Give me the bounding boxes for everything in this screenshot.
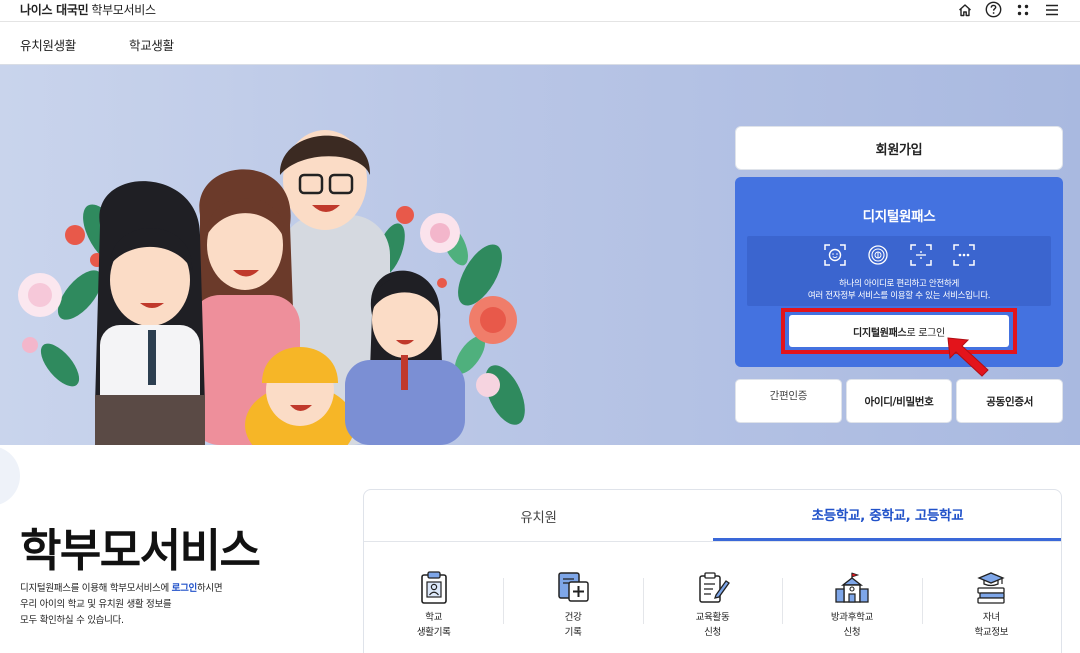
login-button-rest: 로 로그인 xyxy=(906,327,945,339)
site-logo[interactable]: 나이스 대국민 학부모서비스 xyxy=(20,1,156,18)
brand-subtitle: 학부모서비스 xyxy=(91,3,156,17)
service-item-label: 교육활동 신청 xyxy=(695,612,730,638)
service-menu: 학교 생활기록 건강 기록 교육활동 신청 방과후학교 신청 자녀 학교정보 xyxy=(364,542,1061,653)
service-item-school-record[interactable]: 학교 생활기록 xyxy=(364,542,503,653)
afterschool-icon xyxy=(834,569,870,605)
service-item-label: 방과후학교 신청 xyxy=(830,612,874,638)
service-item-label: 학교 생활기록 xyxy=(416,612,451,638)
brand-name: 나이스 대국민 xyxy=(20,3,89,17)
digital-onepass-title: 디지털원패스 xyxy=(862,209,936,225)
joint-certificate-button[interactable]: 공동인증서 xyxy=(956,379,1064,423)
digital-onepass-desc-line2: 여러 전자정부 서비스를 이용할 수 있는 서비스입니다. xyxy=(807,291,991,301)
desc-text-end: 하시면 xyxy=(196,583,223,594)
service-item-activity-apply[interactable]: 교육활동 신청 xyxy=(642,542,782,653)
service-item-label: 건강 기록 xyxy=(564,612,582,638)
tab-school[interactable]: 초등학교, 중학교, 고등학교 xyxy=(713,490,1061,541)
tab-kindergarten[interactable]: 유치원 xyxy=(364,490,713,541)
service-item-afterschool[interactable]: 방과후학교 신청 xyxy=(782,542,921,653)
desc-login-link[interactable]: 로그인 xyxy=(172,583,198,594)
apps-icon[interactable] xyxy=(1014,1,1031,18)
family-illustration xyxy=(18,130,525,445)
child-school-info-icon xyxy=(973,569,1009,605)
menu-icon[interactable] xyxy=(1043,1,1060,18)
home-icon[interactable] xyxy=(956,1,973,18)
desc-text: 디지털원패스를 이용해 학부모서비스에 xyxy=(20,583,172,594)
service-item-label: 자녀 학교정보 xyxy=(974,612,1009,638)
signup-button[interactable]: 회원가입 xyxy=(735,126,1063,170)
decorative-circle xyxy=(0,446,20,506)
service-description: 디지털원패스를 이용해 학부모서비스에 로그인하시면 우리 아이의 학교 및 유… xyxy=(20,581,223,629)
simple-auth-button[interactable]: 간편인증 xyxy=(735,379,842,423)
service-tab-panel: 유치원 초등학교, 중학교, 고등학교 학교 생활기록 건강 기록 교육활동 신청 방 xyxy=(363,489,1062,653)
service-item-health-record[interactable]: 건강 기록 xyxy=(503,542,642,653)
service-item-child-school-info[interactable]: 자녀 학교정보 xyxy=(921,542,1061,653)
desc-line3: 모두 확인하실 수 있습니다. xyxy=(20,615,124,626)
school-record-icon xyxy=(416,569,452,605)
face-auth-icon xyxy=(821,241,848,268)
activity-apply-icon xyxy=(695,569,731,605)
fingerprint-icon xyxy=(864,241,891,268)
auth-method-icons xyxy=(747,241,1051,268)
alt-login-methods: 간편인증 아이디/비밀번호 공동인증서 xyxy=(735,379,1064,423)
digital-onepass-desc-line1: 하나의 아이디로 편리하고 안전하게 xyxy=(838,279,959,289)
nav-item-kindergarten[interactable]: 유치원생활 xyxy=(20,35,76,54)
pin-icon xyxy=(950,241,977,268)
digital-onepass-info-box: 하나의 아이디로 편리하고 안전하게 여러 전자정부 서비스를 이용할 수 있는… xyxy=(747,236,1051,306)
page-title: 학부모서비스 xyxy=(20,524,261,577)
scan-icon xyxy=(907,241,934,268)
login-button-strong: 디지털원패스 xyxy=(853,327,907,339)
top-utility-icons xyxy=(956,1,1060,18)
pointer-arrow-icon xyxy=(947,337,989,377)
main-nav: 유치원생활 학교생활 xyxy=(0,23,1080,65)
nav-item-school[interactable]: 학교생활 xyxy=(129,35,174,54)
health-record-icon xyxy=(555,569,591,605)
digital-onepass-panel: 디지털원패스 하나의 아이디로 편리하고 안전하게 여러 전자정부 서비스를 이… xyxy=(735,177,1063,367)
desc-line2: 우리 아이의 학교 및 유치원 생활 정보를 xyxy=(20,599,172,610)
top-bar: 나이스 대국민 학부모서비스 xyxy=(0,0,1080,22)
id-password-button[interactable]: 아이디/비밀번호 xyxy=(845,379,953,423)
help-icon[interactable] xyxy=(985,1,1002,18)
